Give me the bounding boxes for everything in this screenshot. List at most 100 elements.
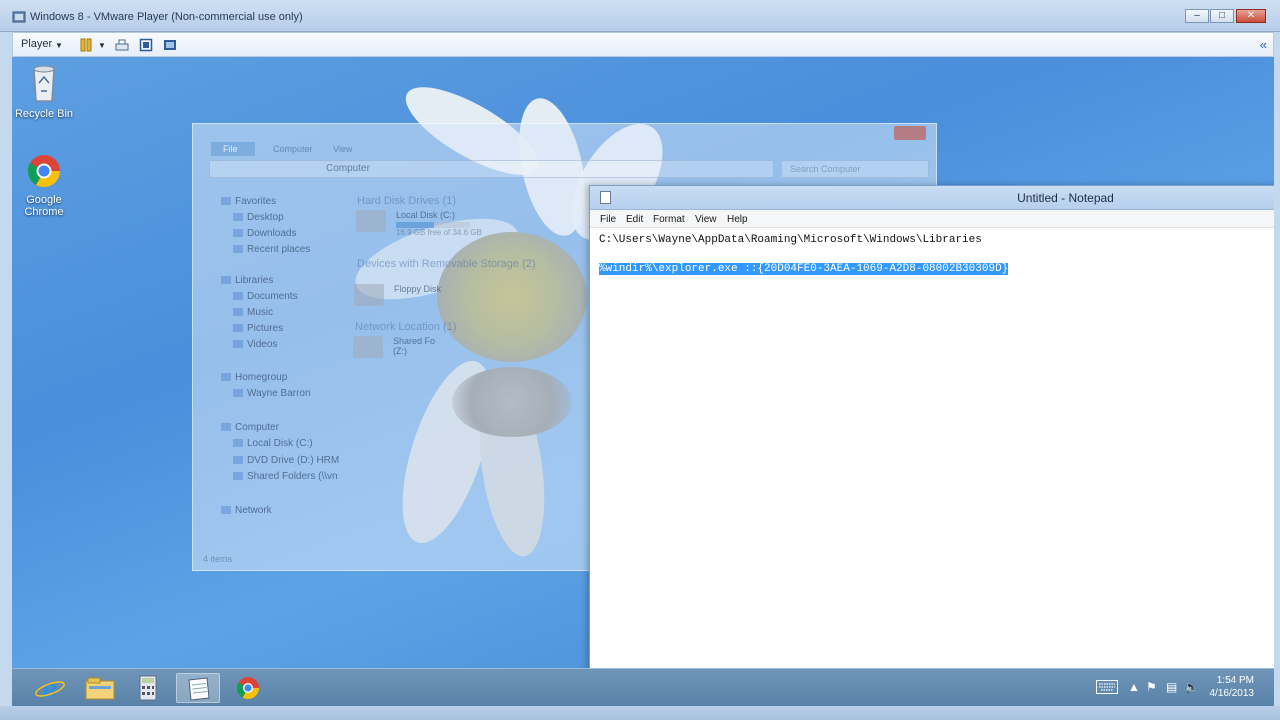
explorer-close-button[interactable] bbox=[894, 126, 926, 140]
explorer-status-bar: 4 items bbox=[203, 554, 233, 564]
group-network-location[interactable]: Network Location (1) bbox=[355, 321, 457, 333]
vmware-toolbar: Player ▼ ▼ « bbox=[12, 32, 1274, 57]
drive-name: Floppy Disk bbox=[394, 284, 442, 294]
chrome-icon bbox=[27, 155, 61, 188]
vmware-window-title: Windows 8 - VMware Player (Non-commercia… bbox=[30, 11, 303, 23]
menu-help[interactable]: Help bbox=[727, 214, 748, 225]
recent-places-icon bbox=[233, 245, 243, 254]
address-crumb[interactable]: Computer bbox=[326, 163, 370, 174]
notepad-icon bbox=[188, 677, 210, 701]
explorer-address-bar[interactable]: Computer bbox=[209, 160, 774, 178]
volume-icon[interactable]: 🔈 bbox=[1184, 680, 1199, 694]
user-icon bbox=[233, 389, 243, 398]
nav-videos[interactable]: Videos bbox=[233, 339, 277, 350]
nav-network[interactable]: Network bbox=[221, 505, 272, 516]
desktop-icon-label: Google Chrome bbox=[24, 194, 64, 218]
drive-icon bbox=[233, 439, 243, 448]
nav-dvd-drive[interactable]: DVD Drive (D:) HRM bbox=[233, 455, 339, 466]
ribbon-tab-computer[interactable]: Computer bbox=[273, 144, 313, 154]
clock-time: 1:54 PM bbox=[1216, 675, 1254, 686]
videos-icon bbox=[233, 340, 243, 349]
close-button[interactable]: ✕ bbox=[1236, 9, 1266, 23]
music-icon bbox=[233, 308, 243, 317]
nav-favorites[interactable]: Favorites bbox=[221, 196, 276, 207]
desktop-icon-google-chrome[interactable]: Google Chrome bbox=[12, 153, 76, 218]
nav-label: Shared Folders (\\vn bbox=[247, 471, 338, 482]
removable-devices-icon[interactable] bbox=[115, 38, 129, 52]
network-status-icon[interactable]: ▤ bbox=[1166, 680, 1177, 694]
nav-downloads[interactable]: Downloads bbox=[233, 228, 296, 239]
drive-name: Shared Fo bbox=[393, 336, 436, 346]
notepad-title-bar[interactable]: Untitled - Notepad bbox=[590, 186, 1274, 210]
text-line: C:\Users\Wayne\AppData\Roaming\Microsoft… bbox=[599, 234, 982, 246]
computer-icon bbox=[221, 423, 231, 432]
nav-wayne-barron[interactable]: Wayne Barron bbox=[233, 388, 311, 399]
explorer-search-input[interactable]: Search Computer bbox=[781, 160, 929, 178]
menu-view[interactable]: View bbox=[695, 214, 717, 225]
nav-label: Pictures bbox=[247, 323, 284, 334]
nav-label: Downloads bbox=[247, 228, 297, 239]
drive-local-disk[interactable]: Local Disk (C:) 16.9 GB free of 34.6 GB bbox=[356, 210, 482, 237]
fit-window-icon[interactable] bbox=[139, 38, 153, 52]
selected-text[interactable]: %windir%\explorer.exe ::{20D04FE0-3AEA-1… bbox=[599, 263, 1009, 275]
recycle-bin-icon bbox=[33, 65, 55, 102]
nav-desktop[interactable]: Desktop bbox=[233, 212, 284, 223]
keyboard-icon[interactable] bbox=[1096, 680, 1118, 694]
nav-label: Music bbox=[247, 307, 274, 318]
pause-icon[interactable] bbox=[79, 38, 93, 52]
maximize-button[interactable]: □ bbox=[1210, 9, 1234, 23]
taskbar-chrome[interactable] bbox=[226, 673, 270, 703]
taskbar: e ▲ ⚑ ▤ 🔈 1:54 PM 4/16/2013 bbox=[12, 668, 1274, 706]
ribbon-tab-view[interactable]: View bbox=[333, 144, 352, 154]
show-hidden-icons-icon[interactable]: ▲ bbox=[1128, 680, 1140, 694]
nav-documents[interactable]: Documents bbox=[233, 291, 298, 302]
desktop-icon-label: Recycle Bin bbox=[14, 108, 74, 120]
nav-label: Network bbox=[235, 505, 272, 516]
taskbar-file-explorer[interactable] bbox=[78, 673, 122, 703]
menu-file[interactable]: File bbox=[600, 214, 616, 225]
ribbon-tab-file[interactable]: File bbox=[211, 142, 255, 156]
homegroup-icon bbox=[221, 373, 231, 382]
fullscreen-icon[interactable] bbox=[163, 38, 177, 52]
clock[interactable]: 1:54 PM 4/16/2013 bbox=[1210, 674, 1255, 700]
nav-pictures[interactable]: Pictures bbox=[233, 323, 283, 334]
drive-floppy[interactable]: Floppy Disk bbox=[354, 284, 442, 306]
nav-music[interactable]: Music bbox=[233, 307, 273, 318]
clock-date: 4/16/2013 bbox=[1209, 688, 1255, 699]
nav-label: Recent places bbox=[247, 244, 311, 255]
nav-label: Documents bbox=[247, 291, 298, 302]
group-removable-storage[interactable]: Devices with Removable Storage (2) bbox=[357, 258, 536, 270]
network-icon bbox=[221, 506, 231, 515]
nav-computer[interactable]: Computer bbox=[221, 422, 279, 433]
vmware-icon bbox=[12, 11, 26, 23]
menu-edit[interactable]: Edit bbox=[626, 214, 643, 225]
nav-local-disk[interactable]: Local Disk (C:) bbox=[233, 438, 313, 449]
player-menu-button[interactable]: Player bbox=[21, 38, 52, 50]
nav-homegroup[interactable]: Homegroup bbox=[221, 372, 287, 383]
collapse-toolbar-icon[interactable]: « bbox=[1260, 37, 1267, 52]
nav-shared-folders[interactable]: Shared Folders (\\vn bbox=[233, 471, 338, 482]
pause-menu-caret-icon[interactable]: ▼ bbox=[98, 41, 106, 50]
nav-recent-places[interactable]: Recent places bbox=[233, 244, 310, 255]
drive-shared-folders[interactable]: Shared Fo (Z:) bbox=[353, 336, 436, 358]
minimize-button[interactable]: – bbox=[1185, 9, 1209, 23]
taskbar-notepad[interactable] bbox=[176, 673, 220, 703]
text-line-selected: %windir%\explorer.exe ::{20D04FE0-3AEA-1… bbox=[599, 262, 1272, 277]
player-menu-caret-icon[interactable]: ▼ bbox=[55, 41, 63, 50]
downloads-icon bbox=[233, 229, 243, 238]
desktop-icon-recycle-bin[interactable]: Recycle Bin bbox=[12, 63, 76, 120]
taskbar-internet-explorer[interactable]: e bbox=[28, 673, 72, 703]
nav-label: Computer bbox=[235, 422, 279, 433]
desktop-folder-icon bbox=[233, 213, 243, 222]
network-drive-icon bbox=[353, 336, 383, 358]
action-center-icon[interactable]: ⚑ bbox=[1146, 680, 1157, 694]
menu-format[interactable]: Format bbox=[653, 214, 685, 225]
pictures-icon bbox=[233, 324, 243, 333]
nav-libraries[interactable]: Libraries bbox=[221, 275, 273, 286]
svg-text:e: e bbox=[42, 674, 57, 703]
taskbar-calculator[interactable] bbox=[126, 673, 170, 703]
group-hard-disk-drives[interactable]: Hard Disk Drives (1) bbox=[357, 195, 456, 207]
notepad-text-area[interactable]: C:\Users\Wayne\AppData\Roaming\Microsoft… bbox=[590, 228, 1274, 668]
star-icon bbox=[221, 197, 231, 206]
vmware-title-bar: Windows 8 - VMware Player (Non-commercia… bbox=[0, 0, 1280, 32]
